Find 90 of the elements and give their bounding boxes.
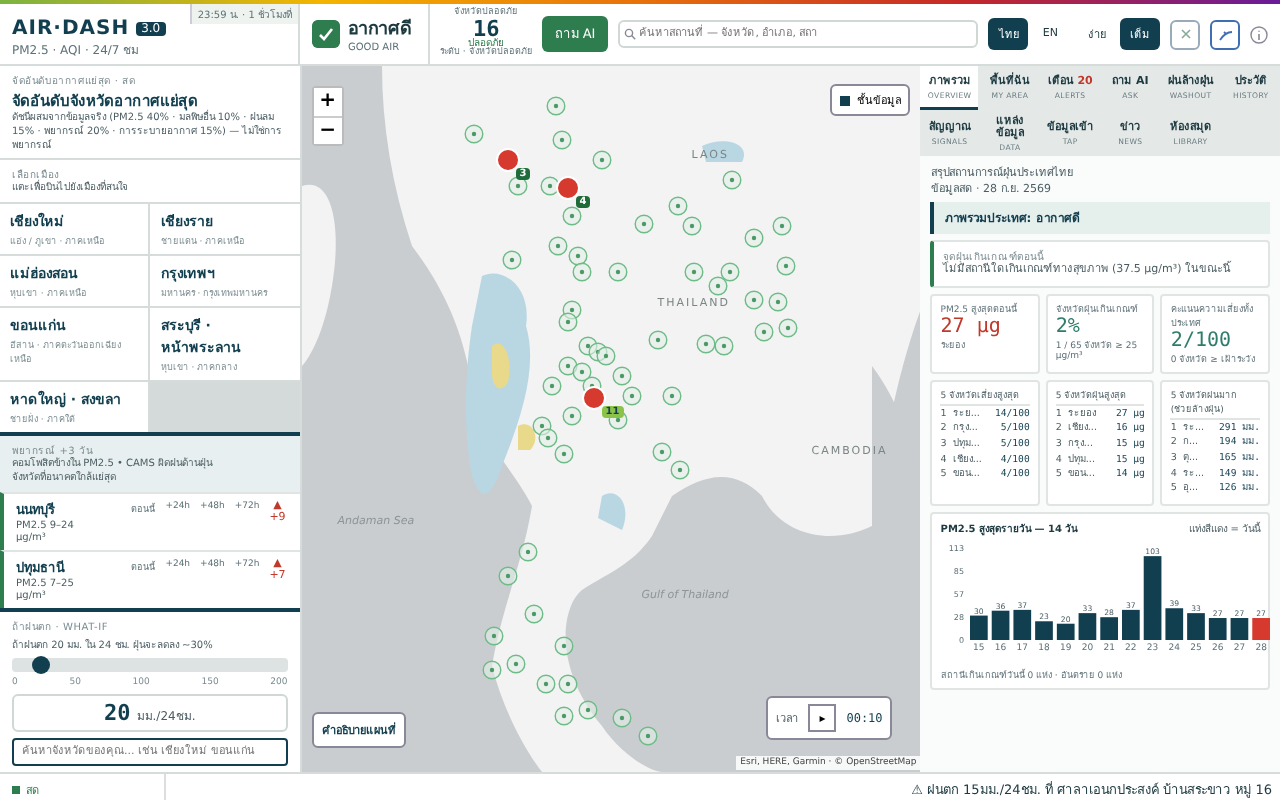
station-marker[interactable] xyxy=(633,214,654,234)
station-marker[interactable] xyxy=(587,342,608,362)
station-marker[interactable] xyxy=(713,336,734,356)
station-marker[interactable] xyxy=(571,262,592,282)
station-marker[interactable] xyxy=(577,336,598,356)
bar xyxy=(992,610,1010,640)
air-status: อากาศดี xyxy=(348,16,412,42)
station-marker[interactable] xyxy=(545,96,566,116)
station-marker[interactable] xyxy=(481,660,502,680)
station-marker[interactable] xyxy=(621,386,642,406)
station-marker[interactable] xyxy=(535,674,556,694)
live-indicator-icon xyxy=(12,785,20,793)
station-marker[interactable] xyxy=(553,706,574,726)
station-marker[interactable] xyxy=(611,708,632,728)
zoom-out-button[interactable]: − xyxy=(313,116,342,144)
bar xyxy=(1079,612,1097,640)
bar xyxy=(1122,609,1141,640)
station-marker[interactable] xyxy=(669,460,690,480)
station-marker[interactable] xyxy=(557,356,578,376)
close-button[interactable] xyxy=(1170,19,1200,49)
check-icon xyxy=(312,20,340,48)
bar xyxy=(1100,616,1119,640)
station-marker[interactable] xyxy=(611,366,632,386)
heavy-rain-area xyxy=(491,343,510,389)
station-marker[interactable] xyxy=(567,246,588,266)
station-marker[interactable] xyxy=(531,416,552,436)
slider-thumb[interactable] xyxy=(31,656,50,675)
rain-slider[interactable] xyxy=(12,658,288,673)
wave-icon xyxy=(1217,27,1233,41)
station-marker[interactable] xyxy=(577,700,598,720)
station-marker[interactable] xyxy=(501,250,522,270)
station-marker[interactable] xyxy=(591,150,612,170)
station-marker[interactable] xyxy=(561,300,582,320)
station-marker[interactable] xyxy=(505,654,526,674)
bar xyxy=(1252,617,1271,640)
station-marker[interactable] xyxy=(557,674,578,694)
heavy-rain-area xyxy=(517,424,535,450)
station-marker[interactable] xyxy=(497,566,518,586)
bar xyxy=(1209,617,1228,640)
station-marker[interactable] xyxy=(767,292,788,312)
wave-button[interactable] xyxy=(1210,19,1240,49)
bar xyxy=(1035,621,1054,640)
station-marker[interactable] xyxy=(561,206,582,226)
station-marker[interactable] xyxy=(743,290,764,310)
station-marker[interactable] xyxy=(637,726,658,746)
station-marker[interactable] xyxy=(683,262,704,282)
station-marker[interactable] xyxy=(647,330,668,350)
station-marker[interactable] xyxy=(743,228,764,248)
close-icon xyxy=(1179,28,1191,40)
station-marker[interactable] xyxy=(775,256,796,276)
bar xyxy=(1187,612,1206,640)
station-marker[interactable] xyxy=(507,176,528,196)
bar xyxy=(1057,623,1076,640)
search-icon xyxy=(623,28,636,40)
station-marker[interactable] xyxy=(719,262,740,282)
station-marker[interactable] xyxy=(707,276,728,296)
station-marker[interactable] xyxy=(547,236,568,256)
station-marker[interactable] xyxy=(561,406,582,426)
bar xyxy=(1166,608,1184,640)
station-marker[interactable] xyxy=(523,604,544,624)
station-marker[interactable] xyxy=(571,362,592,382)
bar xyxy=(970,615,989,640)
provinces-count: 16 xyxy=(473,18,500,40)
station-marker[interactable] xyxy=(667,196,688,216)
station-marker[interactable] xyxy=(539,176,560,196)
station-marker[interactable] xyxy=(651,442,672,462)
station-marker[interactable] xyxy=(537,428,558,448)
station-marker[interactable] xyxy=(771,216,792,236)
info-icon[interactable] xyxy=(1250,25,1268,43)
bar xyxy=(1144,555,1162,640)
station-marker[interactable] xyxy=(777,318,798,338)
station-marker[interactable] xyxy=(695,334,716,354)
station-marker[interactable] xyxy=(595,346,616,366)
station-marker[interactable] xyxy=(463,124,484,144)
bar xyxy=(1014,609,1032,640)
rain-area xyxy=(597,493,625,530)
station-marker[interactable] xyxy=(607,262,628,282)
station-marker[interactable] xyxy=(553,636,574,656)
app-logo: AIR·DASH xyxy=(12,18,130,40)
station-marker[interactable] xyxy=(483,626,504,646)
station-marker[interactable] xyxy=(681,216,702,236)
bar xyxy=(1231,617,1249,640)
station-marker[interactable] xyxy=(553,444,574,464)
station-marker[interactable] xyxy=(551,130,572,150)
station-marker[interactable] xyxy=(661,386,682,406)
station-marker[interactable] xyxy=(721,170,742,190)
station-marker[interactable] xyxy=(753,322,774,342)
station-marker[interactable] xyxy=(541,376,562,396)
station-marker[interactable] xyxy=(557,312,578,332)
station-marker[interactable] xyxy=(517,542,538,562)
